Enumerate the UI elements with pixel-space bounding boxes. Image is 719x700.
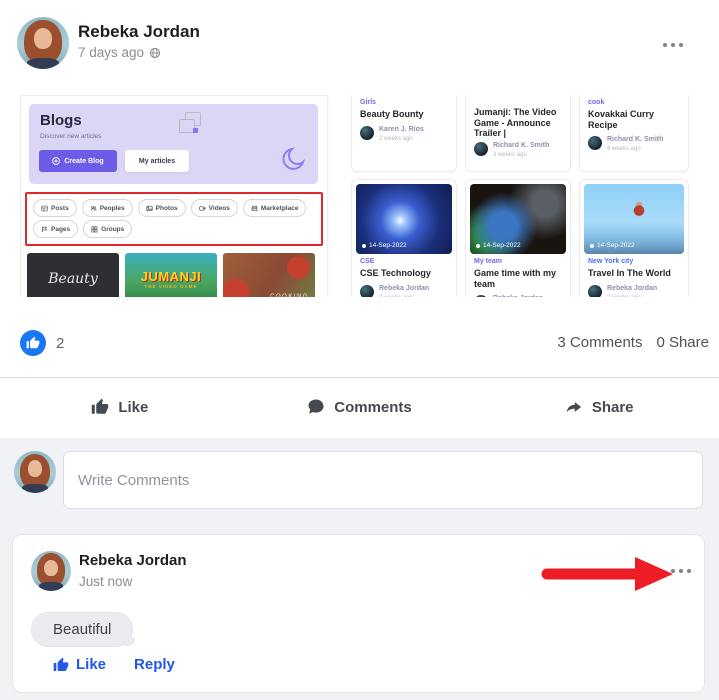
blog-card-beauty-bounty: Girls Beauty Bounty Karen J. Rios 2 week… bbox=[351, 95, 457, 172]
blog-hero-subtitle: Discover new articles bbox=[40, 133, 101, 140]
filter-pill-posts: Posts bbox=[33, 199, 77, 217]
filter-pill-peoples: Peoples bbox=[82, 199, 133, 217]
current-user-avatar[interactable] bbox=[14, 451, 56, 493]
filter-pill-groups: Groups bbox=[83, 220, 132, 238]
comment-author-name[interactable]: Rebeka Jordan bbox=[79, 552, 187, 569]
photos-icon bbox=[146, 205, 153, 212]
cards-column-1: Girls Beauty Bounty Karen J. Rios 2 week… bbox=[351, 95, 457, 297]
card-date-badge: 14-Sep-2022 bbox=[590, 242, 635, 249]
like-count[interactable]: 2 bbox=[56, 335, 64, 352]
card-date-badge: 14-Sep-2022 bbox=[362, 242, 407, 249]
comment-time: Just now bbox=[79, 574, 132, 589]
card-date-badge: 14-Sep-2022 bbox=[476, 242, 521, 249]
blog-card-travel: 14-Sep-2022 New York city Travel In The … bbox=[579, 179, 689, 297]
filter-pill-photos: Photos bbox=[138, 199, 186, 217]
groups-icon bbox=[91, 226, 98, 233]
share-count[interactable]: 0 Share bbox=[656, 334, 709, 351]
gamer-image: 14-Sep-2022 bbox=[470, 184, 566, 254]
share-arrow-icon bbox=[565, 398, 583, 416]
comment-reply-button[interactable]: Reply bbox=[134, 656, 175, 673]
blog-cards-grid: Girls Beauty Bounty Karen J. Rios 2 week… bbox=[351, 95, 689, 297]
my-articles-button: My articles bbox=[125, 150, 189, 172]
travel-image: 14-Sep-2022 bbox=[584, 184, 684, 254]
blog-app-screenshot: Blogs Discover new articles Create Blog … bbox=[20, 95, 328, 297]
card-author-avatar bbox=[474, 295, 488, 297]
thumbs-up-icon bbox=[53, 657, 69, 673]
comment-bubble-icon bbox=[307, 398, 325, 416]
cards-column-3: cook Kovakkai Curry Recipe Richard K. Sm… bbox=[579, 95, 689, 297]
technology-image: 14-Sep-2022 bbox=[356, 184, 452, 254]
thumbs-up-icon bbox=[26, 336, 40, 350]
crescent-moon-icon bbox=[279, 144, 309, 174]
divider bbox=[0, 377, 719, 378]
filter-pill-marketplace: Marketplace bbox=[243, 199, 307, 217]
post-meta: 7 days ago bbox=[78, 45, 161, 60]
create-blog-button: Create Blog bbox=[39, 150, 117, 172]
card-author-avatar bbox=[360, 285, 374, 298]
plus-circle-icon bbox=[52, 157, 60, 165]
filter-pills-row2: Pages Groups bbox=[33, 220, 132, 238]
like-button[interactable]: Like bbox=[0, 389, 240, 425]
comments-section: Rebeka Jordan Just now Beautiful Like Re… bbox=[0, 438, 719, 700]
filter-pill-videos: Videos bbox=[191, 199, 238, 217]
thumbs-up-icon bbox=[91, 398, 109, 416]
annotation-red-box: Posts Peoples Photos Videos bbox=[25, 192, 323, 246]
comment-actions: Like Reply bbox=[53, 656, 175, 673]
posts-icon bbox=[41, 205, 48, 212]
post-author-avatar[interactable] bbox=[17, 17, 69, 69]
post-stats: 3 Comments 0 Share bbox=[557, 334, 709, 351]
post-action-bar: Like Comments Share bbox=[0, 389, 719, 425]
blog-hero-banner: Blogs Discover new articles Create Blog … bbox=[29, 104, 318, 184]
comment-options-menu-icon[interactable] bbox=[671, 569, 691, 573]
post-page: Rebeka Jordan 7 days ago Blogs Discover … bbox=[0, 0, 719, 700]
avatar-face bbox=[34, 28, 52, 49]
blog-card-kovakkai: cook Kovakkai Curry Recipe Richard K. Sm… bbox=[579, 95, 689, 172]
post-author-name[interactable]: Rebeka Jordan bbox=[78, 22, 200, 42]
card-author-avatar bbox=[474, 142, 488, 156]
comment-text-bubble: Beautiful bbox=[31, 612, 133, 647]
pages-icon bbox=[41, 226, 48, 233]
annotation-arrow bbox=[537, 555, 677, 593]
post-time: 7 days ago bbox=[78, 45, 144, 60]
blog-card-cse-technology: 14-Sep-2022 CSE CSE Technology Rebeka Jo… bbox=[351, 179, 457, 297]
videos-icon bbox=[199, 205, 206, 212]
comment-card: Rebeka Jordan Just now Beautiful Like Re… bbox=[12, 534, 705, 693]
avatar-body bbox=[27, 58, 58, 69]
blog-card-jumanji: Jumanji: The Video Game - Announce Trail… bbox=[465, 95, 571, 172]
card-author-avatar bbox=[588, 136, 602, 150]
marketplace-icon bbox=[251, 205, 258, 212]
peoples-icon bbox=[90, 205, 97, 212]
card-author-avatar bbox=[360, 126, 374, 140]
beauty-thumbnail: Beauty bbox=[27, 253, 119, 297]
cooking-thumbnail: COOKING bbox=[223, 253, 315, 297]
comments-count[interactable]: 3 Comments bbox=[557, 334, 642, 351]
comment-like-button[interactable]: Like bbox=[53, 656, 106, 673]
filter-pill-pages: Pages bbox=[33, 220, 78, 238]
globe-privacy-icon bbox=[149, 47, 161, 59]
comments-button[interactable]: Comments bbox=[240, 389, 480, 425]
comment-author-avatar[interactable] bbox=[31, 551, 71, 591]
copy-box-icon bbox=[177, 112, 205, 140]
like-count-badge[interactable] bbox=[20, 330, 46, 356]
blog-thumbnails-row: Beauty JUMANJI THE VIDEO GAME COOKING bbox=[27, 253, 315, 297]
card-author-avatar bbox=[588, 285, 602, 298]
post-options-menu-icon[interactable] bbox=[663, 43, 683, 47]
share-button[interactable]: Share bbox=[479, 389, 719, 425]
write-comment-input[interactable] bbox=[63, 451, 703, 509]
post-attachment-image[interactable]: Blogs Discover new articles Create Blog … bbox=[20, 95, 700, 297]
blog-hero-title: Blogs bbox=[40, 112, 82, 129]
jumanji-thumbnail: JUMANJI THE VIDEO GAME bbox=[125, 253, 217, 297]
cards-column-2: Jumanji: The Video Game - Announce Trail… bbox=[465, 95, 571, 297]
filter-pills-row1: Posts Peoples Photos Videos bbox=[33, 199, 306, 217]
blog-card-game-time: 14-Sep-2022 My team Game time with my te… bbox=[465, 179, 571, 297]
